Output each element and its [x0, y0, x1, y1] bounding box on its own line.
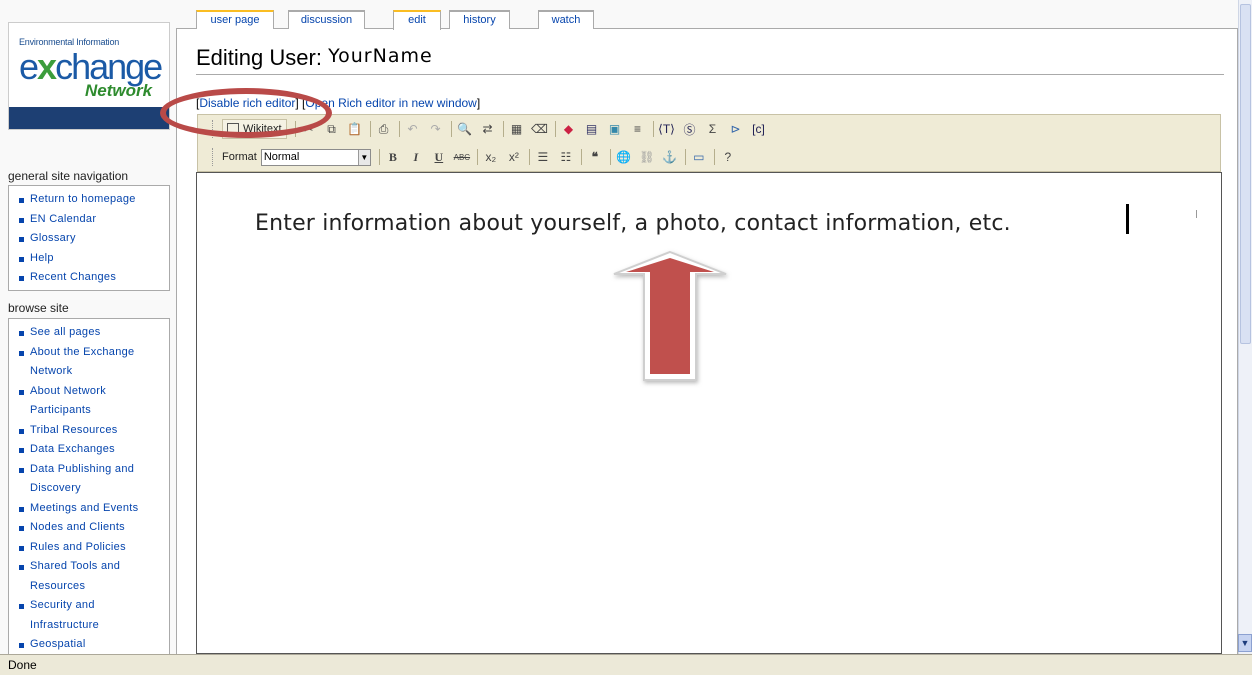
underline-icon[interactable]: U	[431, 149, 447, 165]
browse-link[interactable]: Meetings and Events	[19, 499, 169, 519]
browse-link[interactable]: See all pages	[19, 323, 169, 343]
nav-portlet: Return to homepage EN Calendar Glossary Hel…	[8, 185, 170, 291]
page-title: Editing User: YourName	[196, 45, 433, 70]
chevron-down-icon: ▼	[357, 149, 370, 165]
logo-big-word: exchange	[19, 46, 163, 87]
select-all-icon[interactable]: ▦	[509, 121, 525, 137]
scroll-down-icon[interactable]: ▼	[1238, 634, 1252, 652]
numbered-list-icon[interactable]: ☰	[535, 149, 551, 165]
help-icon[interactable]: ?	[720, 149, 736, 165]
toolbar-row-2: Format Normal ▼ B I U ABC x₂ x² ☰ ☷ ❝ 🌐 ⛓…	[212, 146, 743, 168]
toolbar-separator	[554, 121, 556, 137]
toolbar-separator	[609, 149, 611, 165]
tab-discussion[interactable]: discussion	[288, 10, 365, 29]
browse-link[interactable]: Data Publishing and Discovery	[19, 460, 169, 499]
browse-link[interactable]: Geospatial	[19, 635, 169, 655]
special-tags-icon[interactable]: ⊳	[728, 121, 744, 137]
superscript-icon[interactable]: x²	[506, 149, 522, 165]
status-bar: Done	[0, 654, 1252, 675]
nav-link[interactable]: Glossary	[19, 229, 169, 249]
nav-link[interactable]: Return to homepage	[19, 190, 169, 210]
redo-icon[interactable]: ↷	[428, 121, 444, 137]
editor-tick-mark	[1196, 210, 1197, 218]
browse-list: See all pages About the Exchange Network Ab…	[9, 323, 169, 655]
image-icon[interactable]: ▣	[607, 121, 623, 137]
site-logo[interactable]: Environmental Information exchange Netwo…	[8, 22, 170, 130]
tab-history[interactable]: history	[449, 10, 510, 29]
anchor-icon[interactable]: ⚓	[662, 149, 678, 165]
highlight-circle	[160, 88, 332, 138]
scrollbar-thumb[interactable]	[1240, 4, 1251, 344]
toolbar-separator	[378, 149, 380, 165]
strikethrough-icon[interactable]: ABC	[454, 149, 470, 165]
up-arrow-annotation	[613, 250, 727, 381]
toolbar-separator	[652, 121, 654, 137]
horizontal-rule-icon[interactable]: ≡	[630, 121, 646, 137]
format-label: Format	[222, 151, 257, 163]
toolbar-separator	[502, 121, 504, 137]
nav-list: Return to homepage EN Calendar Glossary Hel…	[9, 190, 169, 288]
browse-link[interactable]: Security and Infrastructure	[19, 596, 169, 635]
special-char-icon[interactable]: ◆	[561, 121, 577, 137]
editor-content[interactable]: Enter information about yourself, a phot…	[255, 211, 1011, 236]
toolbar-separator	[398, 121, 400, 137]
bulleted-list-icon[interactable]: ☷	[558, 149, 574, 165]
editor-toolbar: Wikitext ✂ ⧉ 📋 ⎙ ↶ ↷ 🔍 ⇄ ▦ ⌫ ◆ ▤ ▣ ≡ ⟨T⟩…	[197, 114, 1221, 172]
nav-portlet-title: general site navigation	[8, 169, 129, 183]
bold-icon[interactable]: B	[385, 149, 401, 165]
browse-link[interactable]: Shared Tools and Resources	[19, 557, 169, 596]
tab-edit[interactable]: edit	[393, 10, 441, 30]
find-icon[interactable]: 🔍	[457, 121, 473, 137]
status-text: Done	[8, 658, 37, 672]
browse-link[interactable]: About Network Participants	[19, 382, 169, 421]
browse-portlet-title: browse site	[8, 301, 69, 315]
signature-icon[interactable]: Ⓢ	[682, 121, 698, 137]
print-icon[interactable]: ⎙	[376, 121, 392, 137]
unlink-icon[interactable]: ⛓	[639, 149, 655, 165]
blockquote-icon[interactable]: ❝	[587, 149, 603, 165]
browse-link[interactable]: Rules and Policies	[19, 538, 169, 558]
nav-link[interactable]: Help	[19, 249, 169, 269]
toolbar-grip[interactable]	[212, 148, 216, 166]
toolbar-separator	[713, 149, 715, 165]
maximize-icon[interactable]: ▭	[691, 149, 707, 165]
template-icon[interactable]: ⟨T⟩	[658, 121, 675, 137]
browse-portlet: See all pages About the Exchange Network Ab…	[8, 318, 170, 658]
toolbar-separator	[369, 121, 371, 137]
formula-icon[interactable]: Σ	[705, 121, 721, 137]
table-icon[interactable]: ▤	[584, 121, 600, 137]
logo-network-word: Network	[85, 81, 153, 100]
open-rich-editor-link[interactable]: Open Rich editor in new window	[305, 96, 476, 110]
format-select[interactable]: Normal ▼	[260, 148, 371, 166]
browse-link[interactable]: About the Exchange Network	[19, 343, 169, 382]
italic-icon[interactable]: I	[408, 149, 424, 165]
toolbar-separator	[580, 149, 582, 165]
tab-watch[interactable]: watch	[538, 10, 594, 29]
text-caret	[1126, 204, 1129, 234]
browse-link[interactable]: Tribal Resources	[19, 421, 169, 441]
subscript-icon[interactable]: x₂	[483, 149, 499, 165]
paste-icon[interactable]: 📋	[347, 121, 363, 137]
browse-link[interactable]: Nodes and Clients	[19, 518, 169, 538]
category-icon[interactable]: [c]	[751, 121, 767, 137]
replace-icon[interactable]: ⇄	[480, 121, 496, 137]
link-icon[interactable]: 🌐	[616, 149, 632, 165]
page-title-username: YourName	[328, 45, 433, 67]
toolbar-separator	[684, 149, 686, 165]
rich-text-editor[interactable]: Enter information about yourself, a phot…	[196, 172, 1222, 654]
title-divider	[196, 74, 1224, 75]
nav-link[interactable]: Recent Changes	[19, 268, 169, 288]
toolbar-separator	[450, 121, 452, 137]
tab-user-page[interactable]: user page	[196, 10, 274, 29]
logo-band	[9, 107, 169, 129]
toolbar-separator	[476, 149, 478, 165]
copy-icon[interactable]: ⧉	[324, 121, 340, 137]
undo-icon[interactable]: ↶	[405, 121, 421, 137]
remove-format-icon[interactable]: ⌫	[531, 121, 548, 137]
nav-link[interactable]: EN Calendar	[19, 210, 169, 230]
toolbar-separator	[528, 149, 530, 165]
browse-link[interactable]: Data Exchanges	[19, 440, 169, 460]
